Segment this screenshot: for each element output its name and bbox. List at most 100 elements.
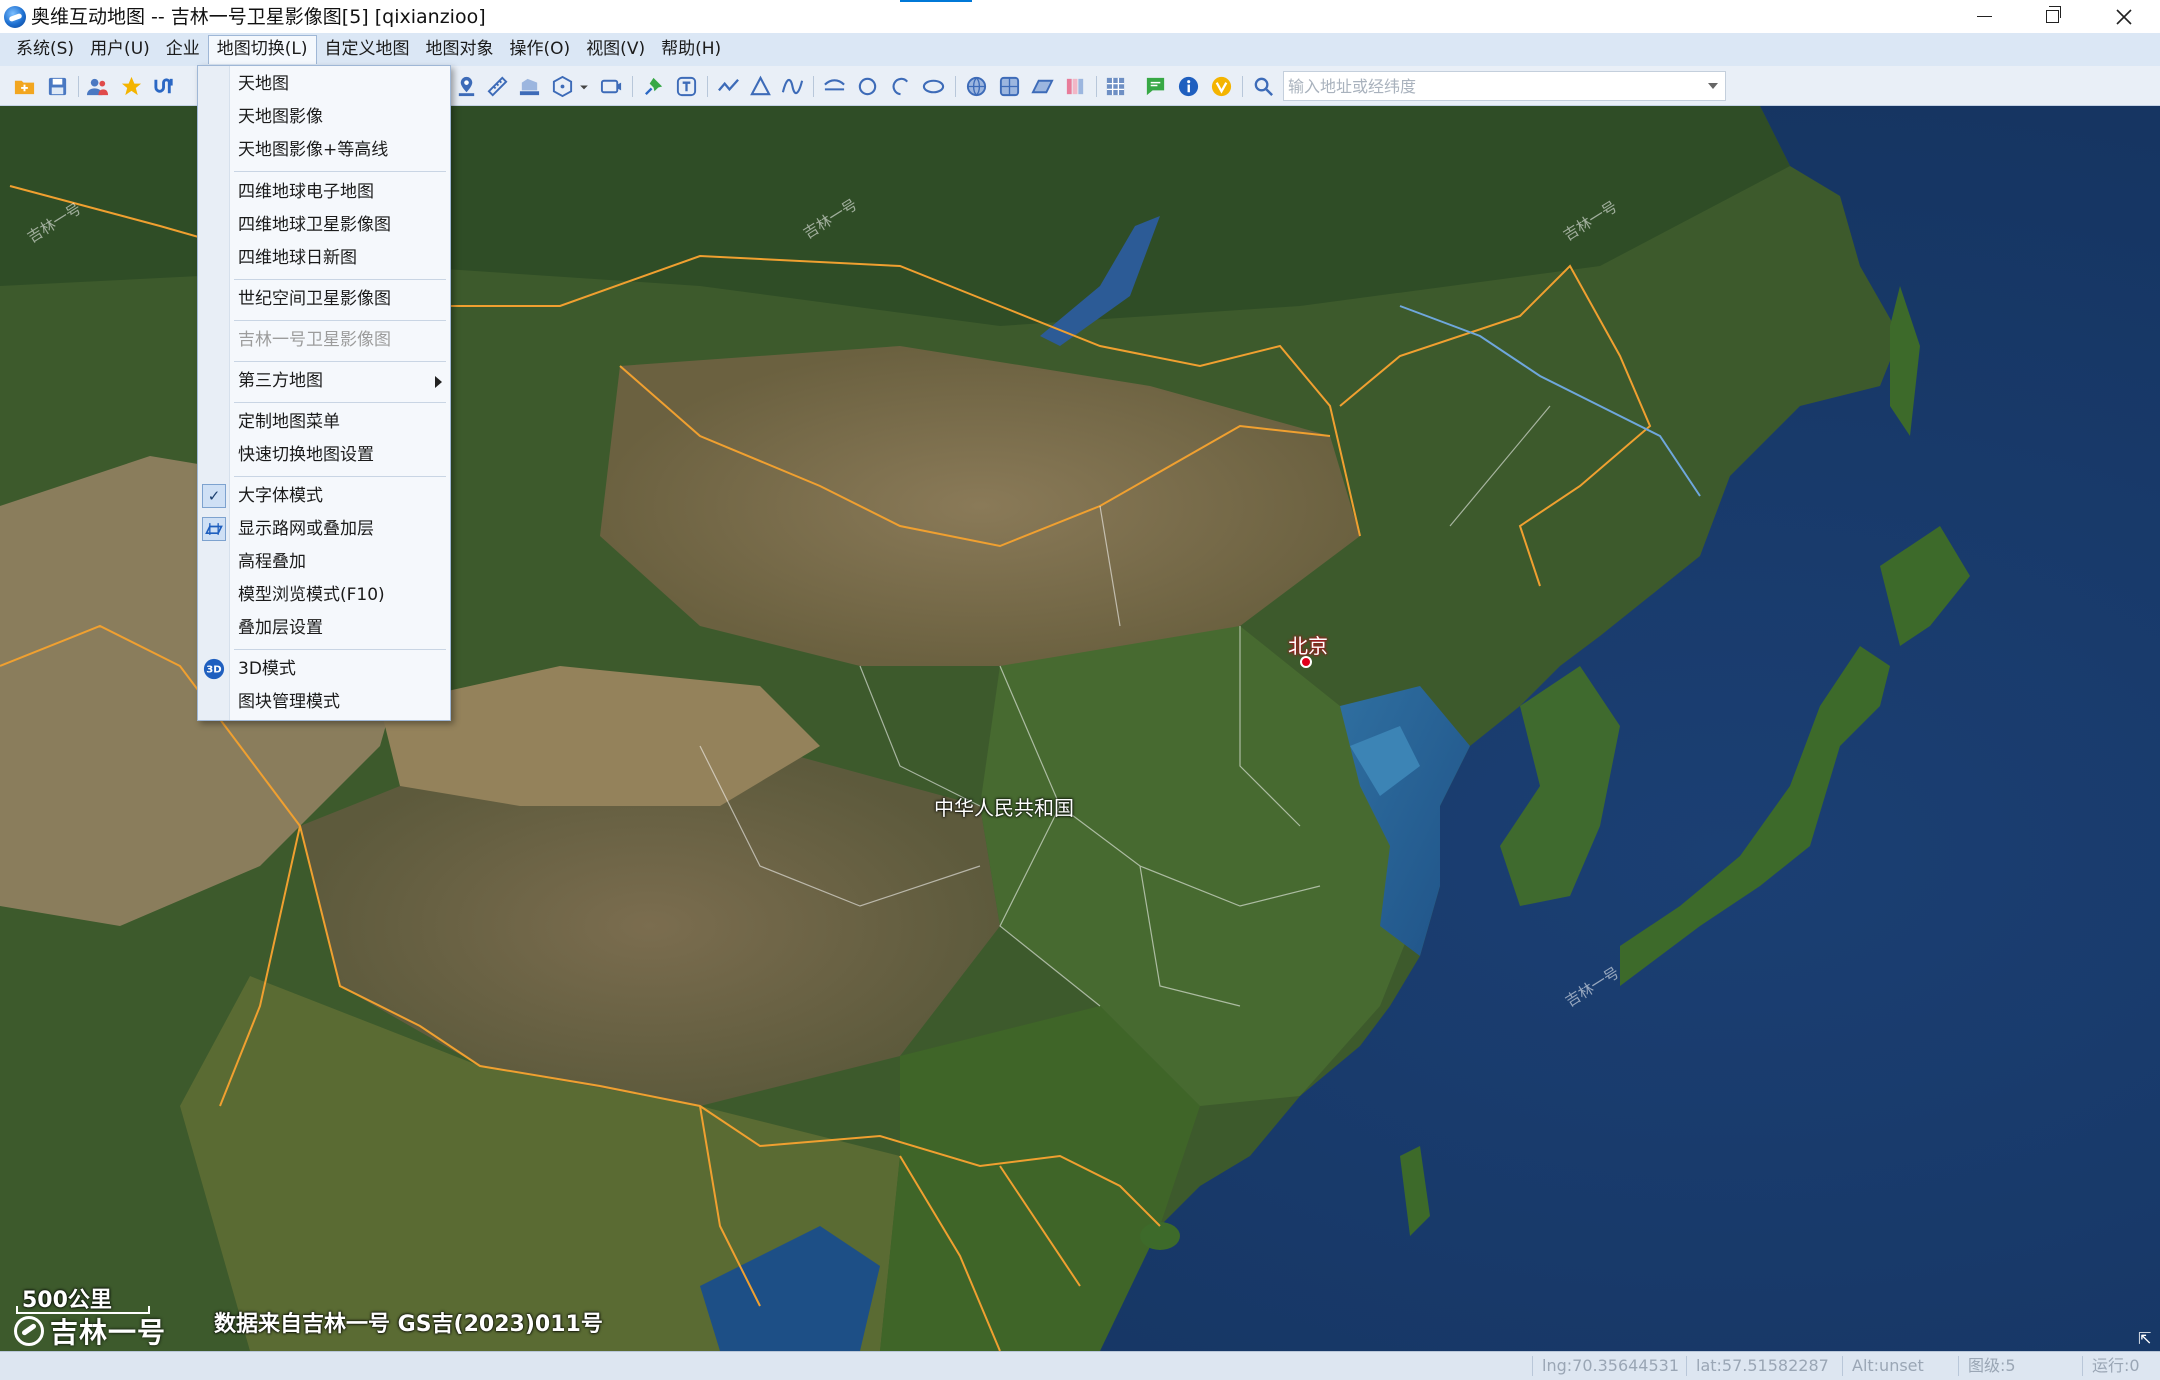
menu-item-tianditu[interactable]: 天地图: [198, 68, 450, 101]
table-icon[interactable]: [1104, 75, 1127, 98]
3d-icon: 3D: [203, 658, 225, 680]
curve-icon[interactable]: [781, 75, 804, 98]
info-icon[interactable]: [1177, 75, 1200, 98]
minimize-icon: [1976, 15, 1992, 18]
polygon-icon[interactable]: [749, 75, 772, 98]
tile-grid-icon[interactable]: [998, 75, 1021, 98]
menu-item-tianditu-image[interactable]: 天地图影像: [198, 101, 450, 134]
dropdown-arrow-icon[interactable]: [578, 75, 590, 98]
address-search-box[interactable]: [1283, 71, 1726, 101]
marker-pin-icon[interactable]: [455, 75, 478, 98]
road-icon[interactable]: [823, 75, 846, 98]
menu-item-siwei-vector[interactable]: 四维地球电子地图: [198, 176, 450, 209]
menu-item-tile-manage[interactable]: 图块管理模式: [198, 686, 450, 719]
open-folder-icon[interactable]: [13, 75, 36, 98]
menu-item-tianditu-contour[interactable]: 天地图影像+等高线: [198, 134, 450, 167]
search-input[interactable]: [1288, 74, 1688, 98]
menu-help[interactable]: 帮助(H): [653, 35, 729, 64]
menu-item-overlay-settings[interactable]: 叠加层设置: [198, 612, 450, 645]
users-icon[interactable]: [86, 75, 109, 98]
menu-bar: 系统(S) 用户(U) 企业 地图切换(L) 自定义地图 地图对象 操作(O) …: [0, 33, 2160, 66]
menu-map-switch[interactable]: 地图切换(L): [207, 35, 317, 64]
chat-icon[interactable]: [1144, 75, 1167, 98]
window-title: 奥维互动地图 -- 吉林一号卫星影像图[5] [qixianzioo]: [31, 6, 486, 28]
status-longitude: lng:70.35644531: [1542, 1356, 1680, 1375]
menu-item-quick-switch[interactable]: 快速切换地图设置: [198, 439, 450, 472]
resize-corner-icon[interactable]: ⇱: [2138, 1329, 2156, 1348]
menu-enterprise[interactable]: 企业: [158, 35, 208, 64]
menu-separator: [234, 361, 446, 362]
book-icon[interactable]: [1064, 75, 1087, 98]
layer-icon[interactable]: [1031, 75, 1054, 98]
arc-tool-icon[interactable]: [889, 75, 912, 98]
track-icon[interactable]: [153, 75, 176, 98]
status-separator: [1532, 1356, 1533, 1376]
menu-map-objects[interactable]: 地图对象: [418, 35, 502, 64]
vip-badge-icon[interactable]: [1210, 75, 1233, 98]
status-separator: [1842, 1356, 1843, 1376]
toolbar-separator: [632, 76, 633, 97]
menu-item-century-space[interactable]: 世纪空间卫星影像图: [198, 283, 450, 316]
data-attribution: 数据来自吉林一号 GS吉(2023)011号: [214, 1312, 603, 1337]
menu-system[interactable]: 系统(S): [8, 35, 82, 64]
svg-text:3D: 3D: [206, 665, 221, 676]
menu-item-show-overlay[interactable]: 显示路网或叠加层: [198, 513, 450, 546]
status-bar: lng:70.35644531 lat:57.51582287 Alt:unse…: [0, 1351, 2160, 1380]
search-icon[interactable]: [1252, 75, 1275, 98]
minimize-button[interactable]: [1950, 0, 2018, 33]
menu-item-custom-menu[interactable]: 定制地图菜单: [198, 406, 450, 439]
status-separator: [2082, 1356, 2083, 1376]
circle-tool-icon[interactable]: [856, 75, 879, 98]
favorite-star-icon[interactable]: [120, 75, 143, 98]
menu-separator: [234, 171, 446, 172]
menu-separator: [234, 476, 446, 477]
check-icon: ✓: [202, 484, 226, 508]
menu-item-third-party[interactable]: 第三方地图: [198, 365, 450, 398]
menu-item-jilin1: 吉林一号卫星影像图: [238, 330, 391, 350]
video-icon[interactable]: [600, 75, 623, 98]
toolbar-separator: [955, 76, 956, 97]
menu-user[interactable]: 用户(U): [82, 35, 158, 64]
menu-operation[interactable]: 操作(O): [502, 35, 579, 64]
toolbar-separator: [707, 76, 708, 97]
menu-item-model-browse[interactable]: 模型浏览模式(F10): [198, 579, 450, 612]
jilin1-logo: 吉林一号: [14, 1310, 166, 1351]
capital-marker-icon[interactable]: [1300, 656, 1312, 668]
menu-view[interactable]: 视图(V): [578, 35, 653, 64]
toolbar-separator: [1242, 76, 1243, 97]
toolbar-separator: [1096, 76, 1097, 97]
map-switch-dropdown: 天地图 天地图影像 天地图影像+等高线 四维地球电子地图 四维地球卫星影像图 四…: [197, 65, 451, 721]
close-button[interactable]: [2090, 0, 2158, 33]
menu-item-siwei-satellite[interactable]: 四维地球卫星影像图: [198, 209, 450, 242]
restore-icon: [2045, 6, 2061, 23]
logo-text: 吉林一号: [50, 1316, 167, 1349]
shape-menu-icon[interactable]: [551, 75, 574, 98]
menu-separator: [234, 402, 446, 403]
menu-item-large-font[interactable]: ✓ 大字体模式: [198, 480, 450, 513]
overlay-icon: [202, 517, 226, 541]
title-bar: 奥维互动地图 -- 吉林一号卫星影像图[5] [qixianzioo]: [0, 0, 2160, 33]
city-label-beijing[interactable]: 北京: [1288, 630, 1328, 659]
restore-button[interactable]: [2018, 0, 2086, 33]
status-zoom-level: 图级:5: [1968, 1356, 2016, 1375]
menu-item-elevation[interactable]: 高程叠加: [198, 546, 450, 579]
app-logo-icon: [4, 6, 26, 28]
status-running: 运行:0: [2092, 1356, 2140, 1375]
menu-item-3d-mode[interactable]: 3D 3D模式: [198, 653, 450, 686]
polyline-icon[interactable]: [717, 75, 740, 98]
add-marker-icon[interactable]: [642, 75, 665, 98]
country-label-china: 中华人民共和国: [934, 796, 1074, 820]
satellite-logo-icon: [14, 1316, 44, 1346]
search-history-dropdown[interactable]: [1701, 72, 1725, 100]
text-tool-icon[interactable]: [675, 75, 698, 98]
globe-icon[interactable]: [965, 75, 988, 98]
status-separator: [1958, 1356, 1959, 1376]
save-icon[interactable]: [46, 75, 69, 98]
ruler-icon[interactable]: [486, 75, 509, 98]
menu-item-siwei-daily[interactable]: 四维地球日新图: [198, 242, 450, 275]
ellipse-tool-icon[interactable]: [922, 75, 945, 98]
toolbar-separator: [813, 76, 814, 97]
area-measure-icon[interactable]: [518, 75, 541, 98]
menu-separator: [234, 649, 446, 650]
menu-custom-map[interactable]: 自定义地图: [317, 35, 418, 64]
